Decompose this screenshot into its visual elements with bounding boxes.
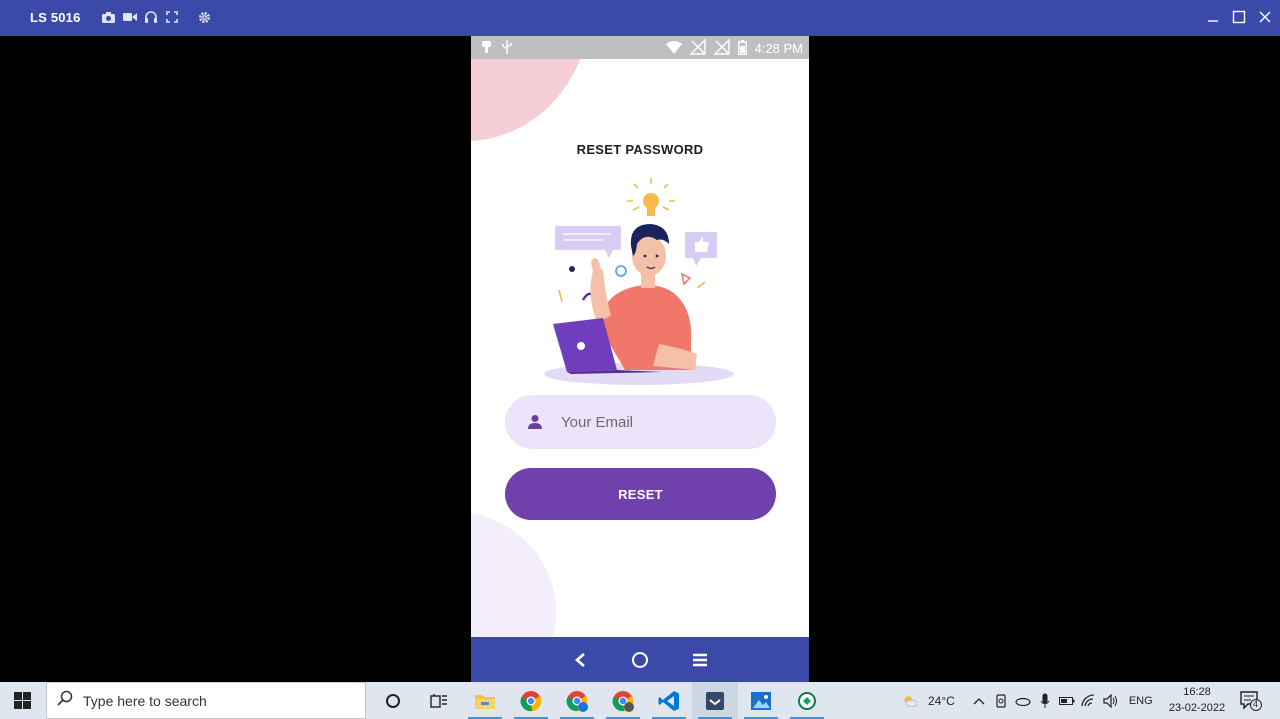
volume-icon[interactable] <box>1103 693 1119 709</box>
window-controls <box>1204 8 1274 26</box>
camera-icon[interactable] <box>101 10 116 24</box>
wifi-icon[interactable] <box>1081 693 1097 709</box>
email-input[interactable] <box>561 413 761 431</box>
notification-center-icon[interactable]: 4 <box>1240 691 1262 711</box>
clock-time: 16:28 <box>1183 686 1211 698</box>
chrome-icon[interactable] <box>508 682 554 719</box>
back-icon[interactable] <box>570 650 590 670</box>
page-title: RESET PASSWORD <box>576 142 704 157</box>
home-icon[interactable] <box>630 650 650 670</box>
headphones-icon[interactable] <box>143 10 158 24</box>
system-tray: 24°C ENG <box>902 682 1153 719</box>
taskbar-clock[interactable]: 16:28 23-02-2022 <box>1162 684 1232 716</box>
user-icon <box>527 414 543 430</box>
windows-taskbar: Type here to search 24°C ENG 16:28 23-02… <box>0 682 1280 719</box>
device-name: LS 5016 <box>30 10 81 25</box>
photos-icon[interactable] <box>738 682 784 719</box>
battery-icon[interactable] <box>1058 693 1075 709</box>
menu-icon[interactable] <box>690 650 710 670</box>
vscode-icon[interactable] <box>646 682 692 719</box>
video-icon[interactable] <box>122 10 137 24</box>
lightbulb-icon <box>627 178 675 216</box>
emulator-title-bar: LS 5016 <box>0 0 1280 36</box>
android-status-bar: 4:28 PM <box>471 36 809 59</box>
app-icon[interactable] <box>784 682 830 719</box>
device-icon[interactable] <box>993 693 1009 709</box>
speech-bubble-icon <box>555 226 621 258</box>
chevron-up-icon[interactable] <box>971 693 987 709</box>
notification-icon <box>481 40 492 59</box>
emulator-toolbar <box>101 10 212 24</box>
weather-temperature[interactable]: 24°C <box>928 694 955 708</box>
no-sim-icon <box>688 38 706 58</box>
android-nav-bar <box>471 637 809 682</box>
battery-icon <box>737 39 747 58</box>
weather-icon[interactable] <box>902 693 918 709</box>
reset-button[interactable]: RESET <box>505 468 776 520</box>
taskbar-search-box[interactable]: Type here to search <box>46 682 366 719</box>
windows-start-icon[interactable] <box>14 692 31 709</box>
usb-icon <box>502 40 512 59</box>
app-icon[interactable] <box>692 682 738 719</box>
close-icon[interactable] <box>1256 8 1274 26</box>
onedrive-icon[interactable] <box>1015 693 1031 709</box>
task-view-icon[interactable] <box>370 682 416 719</box>
language-indicator[interactable]: ENG <box>1129 695 1153 707</box>
file-explorer-icon[interactable] <box>462 682 508 719</box>
maximize-icon[interactable] <box>1230 8 1248 26</box>
status-time: 4:28 PM <box>754 41 803 56</box>
settings-gear-icon[interactable] <box>197 10 212 24</box>
reset-password-illustration <box>544 178 734 385</box>
minimize-icon[interactable] <box>1204 8 1222 26</box>
chrome-icon[interactable] <box>554 682 600 719</box>
thumbs-up-bubble-icon <box>685 232 717 266</box>
no-sim-icon <box>712 38 730 58</box>
email-field[interactable] <box>505 395 776 449</box>
search-placeholder: Type here to search <box>83 692 207 709</box>
notification-count: 4 <box>1253 699 1259 709</box>
search-icon <box>57 690 73 711</box>
chrome-icon[interactable] <box>600 682 646 719</box>
microphone-icon[interactable] <box>1037 693 1053 709</box>
clock-date: 23-02-2022 <box>1168 702 1226 714</box>
wifi-icon <box>665 40 682 57</box>
taskbar-pinned-apps <box>370 682 830 719</box>
fullscreen-icon[interactable] <box>164 10 179 24</box>
widgets-icon[interactable] <box>416 682 462 719</box>
phone-screen: 4:28 PM RESET PASSWORD Your Email RESET <box>471 36 809 682</box>
